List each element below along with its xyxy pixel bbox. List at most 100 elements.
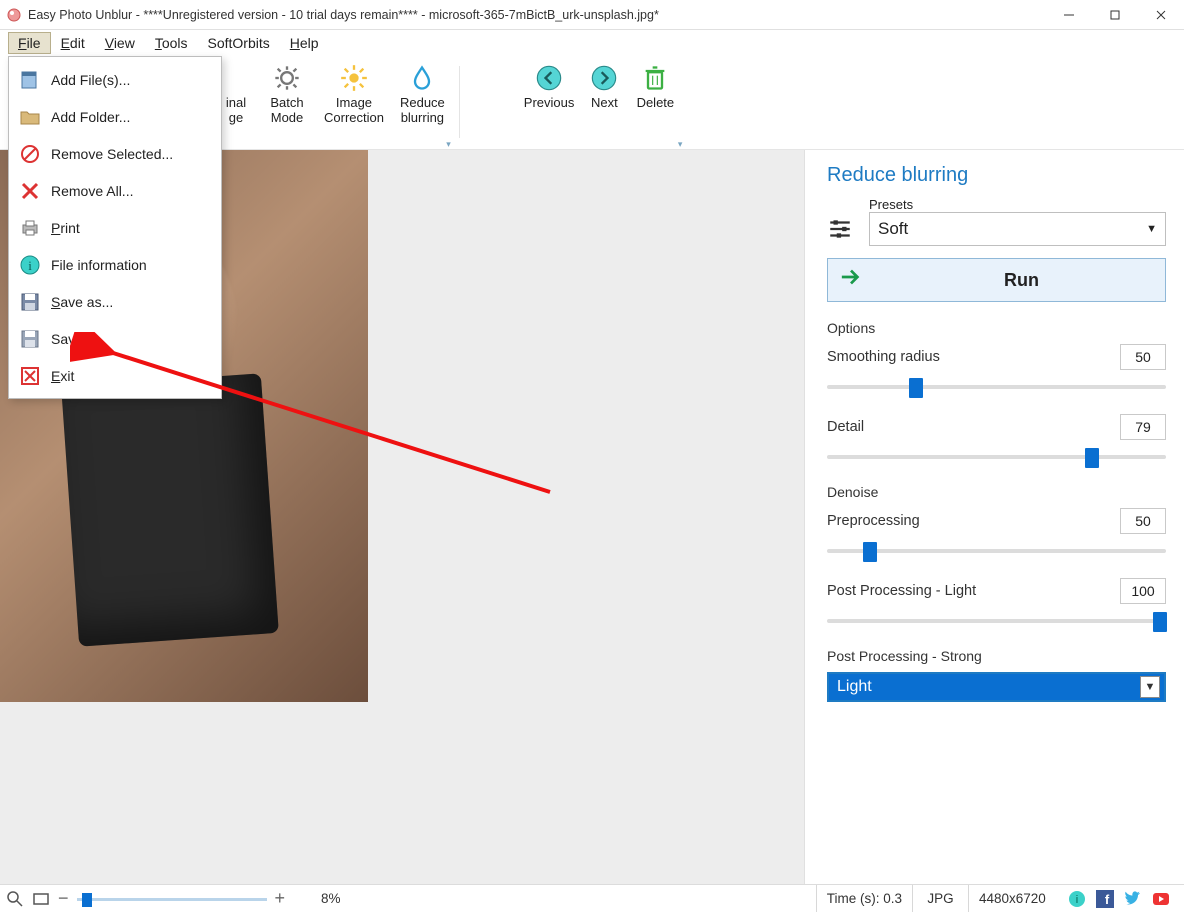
smoothing-slider[interactable] — [827, 376, 1166, 398]
menu-add-folder-label: Add Folder... — [51, 109, 130, 125]
reduce-blurring-button[interactable]: Reduce blurring — [392, 60, 453, 128]
facebook-icon[interactable]: f — [1096, 890, 1114, 908]
original-l1: inal — [226, 96, 246, 111]
smoothing-value[interactable]: 50 — [1120, 344, 1166, 370]
titlebar: Easy Photo Unblur - ****Unregistered ver… — [0, 0, 1184, 30]
file-icon — [19, 69, 41, 91]
presets-select[interactable]: Soft ▼ — [869, 212, 1166, 246]
chevron-down-icon[interactable]: ▾ — [678, 139, 683, 150]
menu-edit[interactable]: Edit — [51, 32, 95, 54]
info-icon[interactable]: i — [1068, 890, 1086, 908]
zoom-percent: 8% — [321, 891, 341, 906]
menu-remove-selected[interactable]: Remove Selected... — [9, 135, 221, 172]
run-label: Run — [878, 270, 1165, 291]
menu-view[interactable]: View — [95, 32, 145, 54]
status-dimensions: 4480x6720 — [968, 885, 1068, 912]
menu-print[interactable]: Print — [9, 209, 221, 246]
menu-remove-all[interactable]: Remove All... — [9, 172, 221, 209]
minimize-button[interactable] — [1046, 0, 1092, 30]
batch-l1: Batch — [270, 96, 303, 111]
menu-add-files-label: Add File(s)... — [51, 72, 130, 88]
batch-l2: Mode — [271, 111, 304, 126]
print-icon — [19, 217, 41, 239]
panel-title: Reduce blurring — [827, 164, 1166, 187]
detail-label: Detail — [827, 419, 864, 435]
correction-l2: Correction — [324, 111, 384, 126]
app-icon — [6, 7, 22, 23]
chevron-down-icon[interactable]: ▼ — [1140, 676, 1160, 698]
next-label: Next — [591, 96, 618, 111]
statusbar: − + 8% Time (s): 0.3 JPG 4480x6720 i f — [0, 884, 1184, 912]
menu-add-files[interactable]: Add File(s)... — [9, 61, 221, 98]
preprocessing-label: Preprocessing — [827, 513, 920, 529]
menu-exit-label: Exit — [51, 368, 74, 384]
zoom-actual-icon[interactable] — [6, 890, 24, 908]
presets-label: Presets — [869, 197, 1166, 212]
preset-value: Soft — [878, 219, 908, 239]
menu-save-as[interactable]: Save as... — [9, 283, 221, 320]
options-label: Options — [827, 320, 1166, 336]
menu-add-folder[interactable]: Add Folder... — [9, 98, 221, 135]
denoise-label: Denoise — [827, 484, 1166, 500]
menu-save[interactable]: Save — [9, 320, 221, 357]
brightness-icon — [340, 64, 368, 92]
svg-text:i: i — [1076, 894, 1078, 906]
detail-slider[interactable] — [827, 446, 1166, 468]
sliders-icon — [827, 216, 853, 245]
save-icon — [19, 328, 41, 350]
previous-button[interactable]: Previous — [516, 60, 583, 113]
save-as-icon — [19, 291, 41, 313]
side-panel: Reduce blurring Presets Soft ▼ Run Optio… — [804, 150, 1184, 884]
chevron-down-icon: ▼ — [1146, 223, 1157, 235]
window-title: Easy Photo Unblur - ****Unregistered ver… — [28, 8, 1046, 22]
menu-save-as-label: Save as... — [51, 294, 113, 310]
droplet-icon — [408, 64, 436, 92]
menu-file-info[interactable]: i File information — [9, 246, 221, 283]
batch-mode-button[interactable]: Batch Mode — [258, 60, 316, 128]
arrow-right-circle-icon — [590, 64, 618, 92]
pp-strong-label: Post Processing - Strong — [827, 648, 1166, 664]
menu-tools[interactable]: Tools — [145, 32, 198, 54]
run-button[interactable]: Run — [827, 258, 1166, 302]
youtube-icon[interactable] — [1152, 890, 1170, 908]
arrow-left-circle-icon — [535, 64, 563, 92]
next-button[interactable]: Next — [582, 60, 626, 113]
menu-softorbits[interactable]: SoftOrbits — [198, 32, 280, 54]
menu-remove-selected-label: Remove Selected... — [51, 146, 173, 162]
detail-value[interactable]: 79 — [1120, 414, 1166, 440]
status-time: Time (s): 0.3 — [816, 885, 912, 912]
svg-text:f: f — [1105, 892, 1110, 907]
arrow-right-icon — [840, 268, 862, 292]
menu-help[interactable]: Help — [280, 32, 329, 54]
folder-icon — [19, 106, 41, 128]
remove-selected-icon — [19, 143, 41, 165]
pp-light-value[interactable]: 100 — [1120, 578, 1166, 604]
correction-l1: Image — [336, 96, 372, 111]
chevron-down-icon[interactable]: ▾ — [446, 139, 451, 150]
menubar: File Edit View Tools SoftOrbits Help — [0, 30, 1184, 56]
menu-file[interactable]: File — [8, 32, 51, 54]
preprocessing-slider[interactable] — [827, 540, 1166, 562]
close-button[interactable] — [1138, 0, 1184, 30]
original-l2: ge — [229, 111, 243, 126]
info-icon: i — [19, 254, 41, 276]
menu-save-label: Save — [51, 331, 83, 347]
twitter-icon[interactable] — [1124, 890, 1142, 908]
maximize-button[interactable] — [1092, 0, 1138, 30]
pp-light-label: Post Processing - Light — [827, 583, 976, 599]
status-format: JPG — [912, 885, 968, 912]
delete-button[interactable]: Delete — [626, 60, 684, 113]
menu-remove-all-label: Remove All... — [51, 183, 133, 199]
fit-screen-icon[interactable] — [32, 890, 50, 908]
zoom-slider[interactable] — [77, 890, 267, 908]
preprocessing-value[interactable]: 50 — [1120, 508, 1166, 534]
pp-strong-select[interactable]: Light ▼ — [827, 672, 1166, 702]
menu-exit[interactable]: Exit — [9, 357, 221, 394]
menu-print-label: Print — [51, 220, 80, 236]
pp-light-slider[interactable] — [827, 610, 1166, 632]
reduce-l2: blurring — [401, 111, 444, 126]
zoom-in-button[interactable]: + — [275, 888, 286, 909]
image-correction-button[interactable]: Image Correction — [316, 60, 392, 128]
original-image-icon — [222, 64, 250, 92]
zoom-out-button[interactable]: − — [58, 888, 69, 909]
